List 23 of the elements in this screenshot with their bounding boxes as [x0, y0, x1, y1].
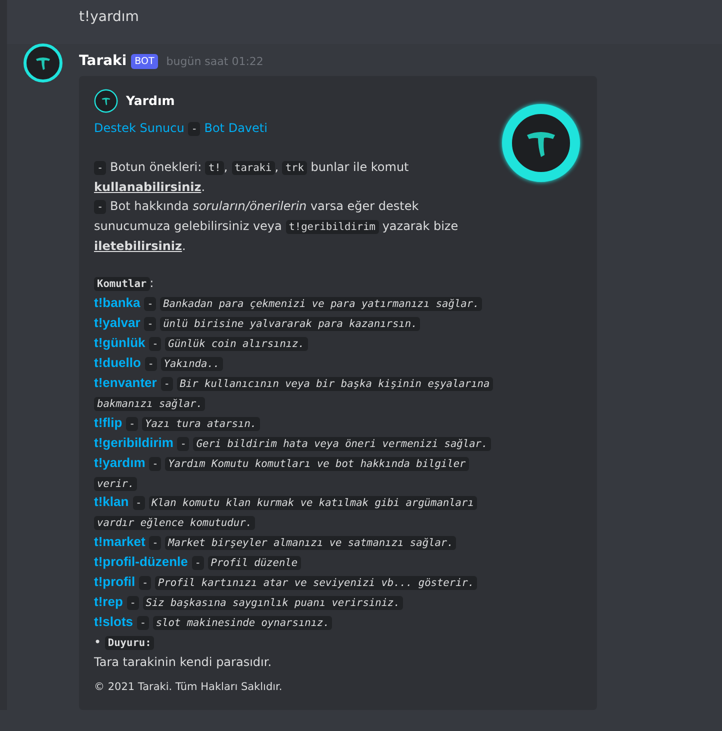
- timestamp: bugün saat 01:22: [166, 54, 264, 68]
- link[interactable]: Destek Sunucu: [94, 121, 184, 135]
- description-text: - Bot hakkında soruların/önerilerin varsa eğer destek sunucumuza gelebilirsiniz veya t!geribildirim yazarak bize iletebilirsiniz.: [94, 198, 460, 255]
- message-text: t!yardım: [79, 9, 139, 25]
- command-line: t!yalvar - ünlü birisine yalvararak para kazanırsın.: [94, 314, 491, 334]
- command-line: t!profil-düzenle - Profil düzenle: [94, 553, 491, 574]
- link[interactable]: Bot Daveti: [204, 121, 268, 135]
- command-line: t!günlük - Günlük coin alırsınız.: [94, 334, 491, 354]
- command-line: t!flip - Yazı tura atarsın.: [94, 414, 491, 434]
- logo-icon: [94, 89, 118, 113]
- announcement-text: Tara tarakinin kendi parasıdır.: [94, 654, 273, 671]
- announcement-heading: • Duyuru:: [94, 632, 491, 653]
- embed-title: Yardım: [126, 92, 175, 110]
- command-line: t!rep - Siz başkasına saygınlık puanı verirsiniz.: [94, 592, 491, 613]
- author-name[interactable]: Taraki: [79, 53, 127, 69]
- command-line: t!slots - slot makinesinde oynarsınız.: [94, 612, 491, 633]
- description-text: - Botun önekleri: t! , taraki , trk bunlar ile komut kullanabilirsiniz.: [94, 158, 410, 196]
- commands-heading: Komutlar :: [94, 274, 491, 294]
- separator-text: -: [188, 122, 200, 136]
- bot-avatar[interactable]: [23, 43, 63, 83]
- embed-footer: © 2021 Taraki. Tüm Hakları Saklıdır.: [94, 678, 491, 696]
- bot-badge: BOT: [130, 54, 158, 68]
- command-line: t!duello - Yakında..: [94, 354, 491, 374]
